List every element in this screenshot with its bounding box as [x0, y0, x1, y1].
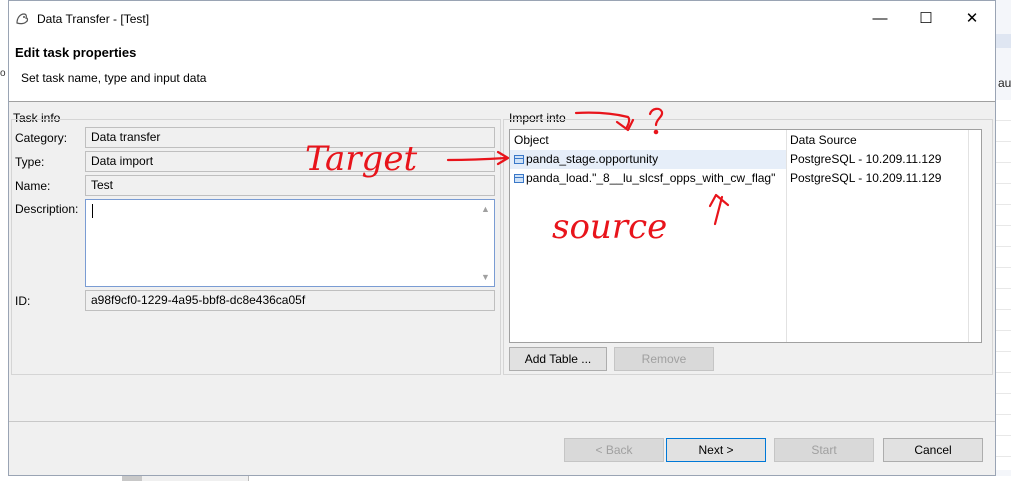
table-row[interactable]: panda_load."_8__lu_slcsf_opps_with_cw_fl…	[510, 169, 981, 188]
back-button[interactable]: < Back	[564, 438, 664, 462]
background-text-fragment: aul	[998, 76, 1011, 90]
data-source-cell: PostgreSQL - 10.209.11.129	[790, 171, 942, 185]
title-bar[interactable]: Data Transfer - [Test] — ☐ ✕	[9, 1, 995, 35]
background-text-fragment: o	[0, 68, 6, 79]
start-button[interactable]: Start	[774, 438, 874, 462]
table-icon	[514, 174, 524, 183]
data-source-cell: PostgreSQL - 10.209.11.129	[790, 152, 942, 166]
background-grid	[996, 100, 1011, 470]
table-icon	[514, 155, 524, 164]
object-name: panda_load."_8__lu_slcsf_opps_with_cw_fl…	[526, 171, 776, 185]
description-label: Description:	[15, 202, 79, 216]
wizard-header: Edit task properties Set task name, type…	[9, 35, 995, 102]
window-title: Data Transfer - [Test]	[37, 12, 150, 26]
footer-divider	[9, 421, 995, 422]
close-button[interactable]: ✕	[949, 1, 995, 35]
cancel-button[interactable]: Cancel	[883, 438, 983, 462]
scroll-up-icon[interactable]: ▲	[481, 204, 490, 214]
object-cell: panda_stage.opportunity	[510, 150, 786, 169]
import-table[interactable]: Object Data Source panda_stage.opportuni…	[509, 129, 982, 343]
minimize-icon: —	[872, 9, 888, 27]
text-caret	[92, 204, 93, 218]
data-transfer-dialog: Data Transfer - [Test] — ☐ ✕ Edit task p…	[8, 0, 996, 476]
name-label: Name:	[15, 179, 51, 193]
background-toolbar	[996, 34, 1011, 48]
table-row[interactable]: panda_stage.opportunity PostgreSQL - 10.…	[510, 150, 981, 169]
background-scroll-segment	[122, 476, 142, 481]
minimize-button[interactable]: —	[857, 1, 903, 35]
category-label: Category:	[15, 131, 68, 145]
page-title: Edit task properties	[15, 45, 137, 60]
object-cell: panda_load."_8__lu_slcsf_opps_with_cw_fl…	[510, 169, 786, 188]
next-button[interactable]: Next >	[666, 438, 766, 462]
type-field: Data import	[85, 151, 495, 172]
maximize-icon: ☐	[919, 10, 933, 27]
scroll-down-icon[interactable]: ▼	[481, 272, 490, 282]
dbeaver-app-icon	[16, 13, 29, 25]
id-field: a98f9cf0-1229-4a95-bbf8-dc8e436ca05f	[85, 290, 495, 311]
type-label: Type:	[15, 155, 45, 169]
category-field: Data transfer	[85, 127, 495, 148]
description-scrollbar[interactable]: ▲ ▼	[478, 200, 494, 286]
page-subtitle: Set task name, type and input data	[21, 71, 207, 85]
description-input[interactable]: ▲ ▼	[85, 199, 495, 287]
add-table-button[interactable]: Add Table ...	[509, 347, 607, 371]
name-field[interactable]: Test	[85, 175, 495, 196]
maximize-button[interactable]: ☐	[903, 1, 949, 35]
object-name: panda_stage.opportunity	[526, 152, 659, 166]
close-icon: ✕	[965, 10, 979, 27]
column-header-object[interactable]: Object	[510, 130, 786, 150]
column-header-data-source[interactable]: Data Source	[786, 130, 970, 150]
remove-button[interactable]: Remove	[614, 347, 714, 371]
background-panel-segment	[142, 476, 249, 481]
id-label: ID:	[15, 294, 31, 308]
